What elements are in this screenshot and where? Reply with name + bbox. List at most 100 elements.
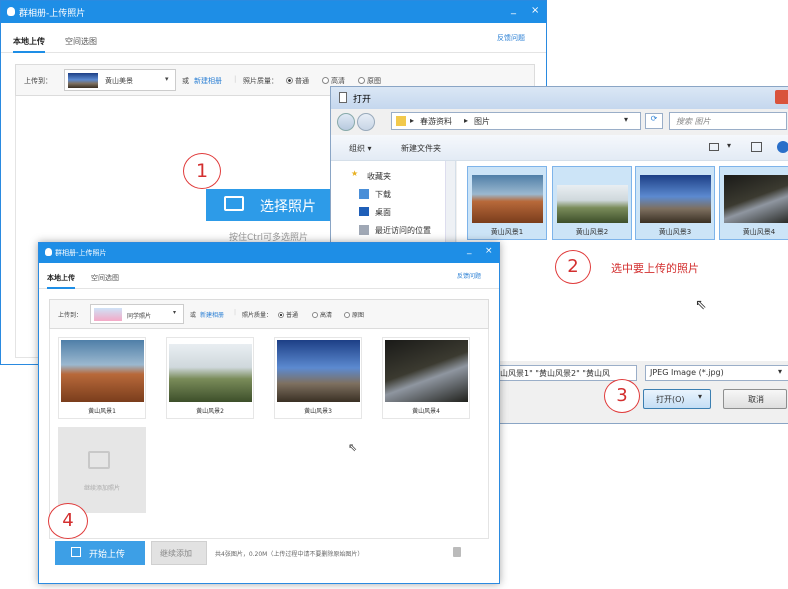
photo-thumbnail — [61, 340, 144, 402]
file-name: 黄山风景2 — [575, 228, 609, 236]
step-1-marker: 1 — [183, 153, 221, 189]
add-more-tile[interactable]: 继续添加照片 — [58, 427, 146, 513]
address-bar[interactable]: ▸ 春游资料 ▸ 图片 ▾ — [391, 112, 641, 130]
open-button[interactable]: 打开(O) ▾ — [643, 389, 711, 409]
chevron-down-icon: ▾ — [173, 309, 177, 316]
step-4-number: 4 — [62, 510, 74, 531]
dialog-close-button[interactable] — [775, 90, 788, 104]
photo-item[interactable]: 黄山风景4 — [382, 337, 470, 419]
trash-icon[interactable] — [453, 547, 461, 557]
quality-label: 照片质量： — [243, 77, 278, 85]
star-icon: ★ — [351, 169, 359, 178]
file-item[interactable]: 黄山风景4 — [719, 166, 788, 240]
breadcrumb-item[interactable]: 春游资料 — [420, 116, 452, 127]
nav-item-favorites[interactable]: 收藏夹 — [367, 171, 391, 182]
filename-input[interactable]: 山风景1" "黄山风景2" "黄山风 — [497, 365, 637, 381]
dialog-titlebar: 打开 — [331, 87, 788, 109]
photo-thumbnail — [169, 344, 252, 402]
back-tabs: 本地上传 空间选图 反馈问题 — [1, 23, 546, 53]
quality-normal-label: 普通 — [295, 77, 309, 85]
upload-status-text: 共4张图片，0.20M（上传过程中请不要删除原始图片） — [215, 551, 364, 558]
filetype-select[interactable]: JPEG Image (*.jpg) ▾ — [645, 365, 788, 381]
photo-item[interactable]: 黄山风景1 — [58, 337, 146, 419]
photo-item[interactable]: 黄山风景2 — [166, 337, 254, 419]
nav-item-downloads[interactable]: 下载 — [375, 189, 391, 200]
step-1-number: 1 — [195, 160, 209, 182]
continue-add-label: 继续添加 — [160, 549, 192, 558]
quality-original-label: 原图 — [367, 77, 381, 85]
new-album-link[interactable]: 新建相册 — [194, 76, 222, 86]
quality-normal-radio[interactable]: 普通 — [286, 76, 309, 86]
bottom-bar: 开始上传 继续添加 共4张图片，0.20M（上传过程中请不要删除原始图片） — [49, 539, 489, 569]
chevron-down-icon[interactable]: ▾ — [727, 141, 731, 150]
minimize-button[interactable]: _ — [511, 4, 516, 15]
start-upload-label: 开始上传 — [89, 550, 126, 560]
view-icon[interactable] — [709, 143, 719, 151]
breadcrumb-item[interactable]: 图片 — [474, 116, 490, 127]
help-icon[interactable] — [777, 141, 788, 153]
tab-space-select[interactable]: 空间选图 — [91, 273, 119, 283]
filetype-value: JPEG Image (*.jpg) — [650, 368, 724, 377]
close-button[interactable]: × — [485, 246, 493, 256]
quality-hd-radio[interactable]: 高清 — [322, 76, 345, 86]
forward-arrow-icon[interactable] — [357, 113, 375, 131]
folder-icon — [396, 116, 406, 126]
new-album-link[interactable]: 新建相册 — [200, 310, 224, 319]
quality-original-label: 原图 — [352, 312, 365, 319]
photo-name: 黄山风景2 — [196, 408, 224, 415]
feedback-link[interactable]: 反馈问题 — [457, 271, 481, 280]
upload-icon — [71, 547, 81, 557]
back-window-title: 群相册-上传照片 — [19, 9, 86, 19]
cancel-button[interactable]: 取消 — [723, 389, 787, 409]
quality-original-radio[interactable]: 原图 — [358, 76, 381, 86]
album-select[interactable]: 同学照片 ▾ — [90, 304, 184, 324]
search-placeholder: 搜索 图片 — [676, 117, 711, 126]
quality-original-radio[interactable]: 原图 — [344, 310, 364, 319]
select-photos-button[interactable]: 选择照片 — [206, 189, 336, 221]
tab-local-upload[interactable]: 本地上传 — [47, 273, 75, 289]
file-item[interactable]: 黄山风景1 — [467, 166, 547, 240]
start-upload-button[interactable]: 开始上传 — [55, 541, 145, 565]
chevron-down-icon[interactable]: ▾ — [624, 115, 628, 124]
search-input[interactable]: 搜索 图片 — [669, 112, 787, 130]
tab-space-select[interactable]: 空间选图 — [65, 36, 97, 47]
close-button[interactable]: × — [531, 5, 539, 16]
quality-normal-radio[interactable]: 普通 — [278, 310, 298, 319]
album-name: 同学照片 — [127, 313, 152, 320]
album-name: 黄山美景 — [105, 77, 133, 85]
album-select[interactable]: 黄山美景 ▾ — [64, 69, 176, 91]
filename-value: 山风景1" "黄山风景2" "黄山风 — [500, 369, 610, 378]
photo-name: 黄山风景4 — [412, 408, 440, 415]
back-titlebar: 群相册-上传照片 _ × — [1, 1, 546, 23]
file-thumbnail — [640, 175, 711, 223]
photo-name: 黄山风景1 — [88, 408, 116, 415]
upload-to-label: 上传到： — [58, 312, 83, 319]
mouse-cursor-icon: ⇖ — [695, 297, 707, 313]
step-2-instruction: 选中要上传的照片 — [611, 262, 699, 275]
download-folder-icon — [359, 189, 369, 199]
tab-local-upload[interactable]: 本地上传 — [13, 36, 45, 53]
new-folder-button[interactable]: 新建文件夹 — [401, 143, 441, 154]
desktop-icon — [359, 207, 369, 216]
or-label: 或 — [182, 77, 189, 85]
upload-to-label: 上传到： — [24, 77, 52, 85]
organize-menu[interactable]: 组织 ▾ — [349, 143, 372, 154]
photo-item[interactable]: 黄山风景3 — [274, 337, 362, 419]
step-3-number: 3 — [616, 385, 628, 406]
front-options-bar: 上传到： 同学照片 ▾ 或 新建相册 | 照片质量： 普通 高清 原图 — [49, 299, 489, 329]
quality-hd-radio[interactable]: 高清 — [312, 310, 332, 319]
preview-pane-icon[interactable] — [751, 142, 762, 152]
nav-item-recent[interactable]: 最近访问的位置 — [375, 225, 431, 236]
photo-thumbnail — [385, 340, 468, 402]
back-arrow-icon[interactable] — [337, 113, 355, 131]
file-name: 黄山风景3 — [658, 228, 692, 236]
refresh-icon[interactable]: ⟳ — [645, 113, 663, 129]
album-cover-image — [68, 73, 98, 88]
continue-add-button[interactable]: 继续添加 — [151, 541, 207, 565]
minimize-button[interactable]: _ — [467, 245, 472, 255]
breadcrumb-arrow-icon: ▸ — [410, 116, 415, 125]
nav-item-desktop[interactable]: 桌面 — [375, 207, 391, 218]
file-item[interactable]: 黄山风景3 — [635, 166, 715, 240]
file-item[interactable]: 黄山风景2 — [552, 166, 632, 240]
feedback-link[interactable]: 反馈问题 — [497, 33, 525, 43]
